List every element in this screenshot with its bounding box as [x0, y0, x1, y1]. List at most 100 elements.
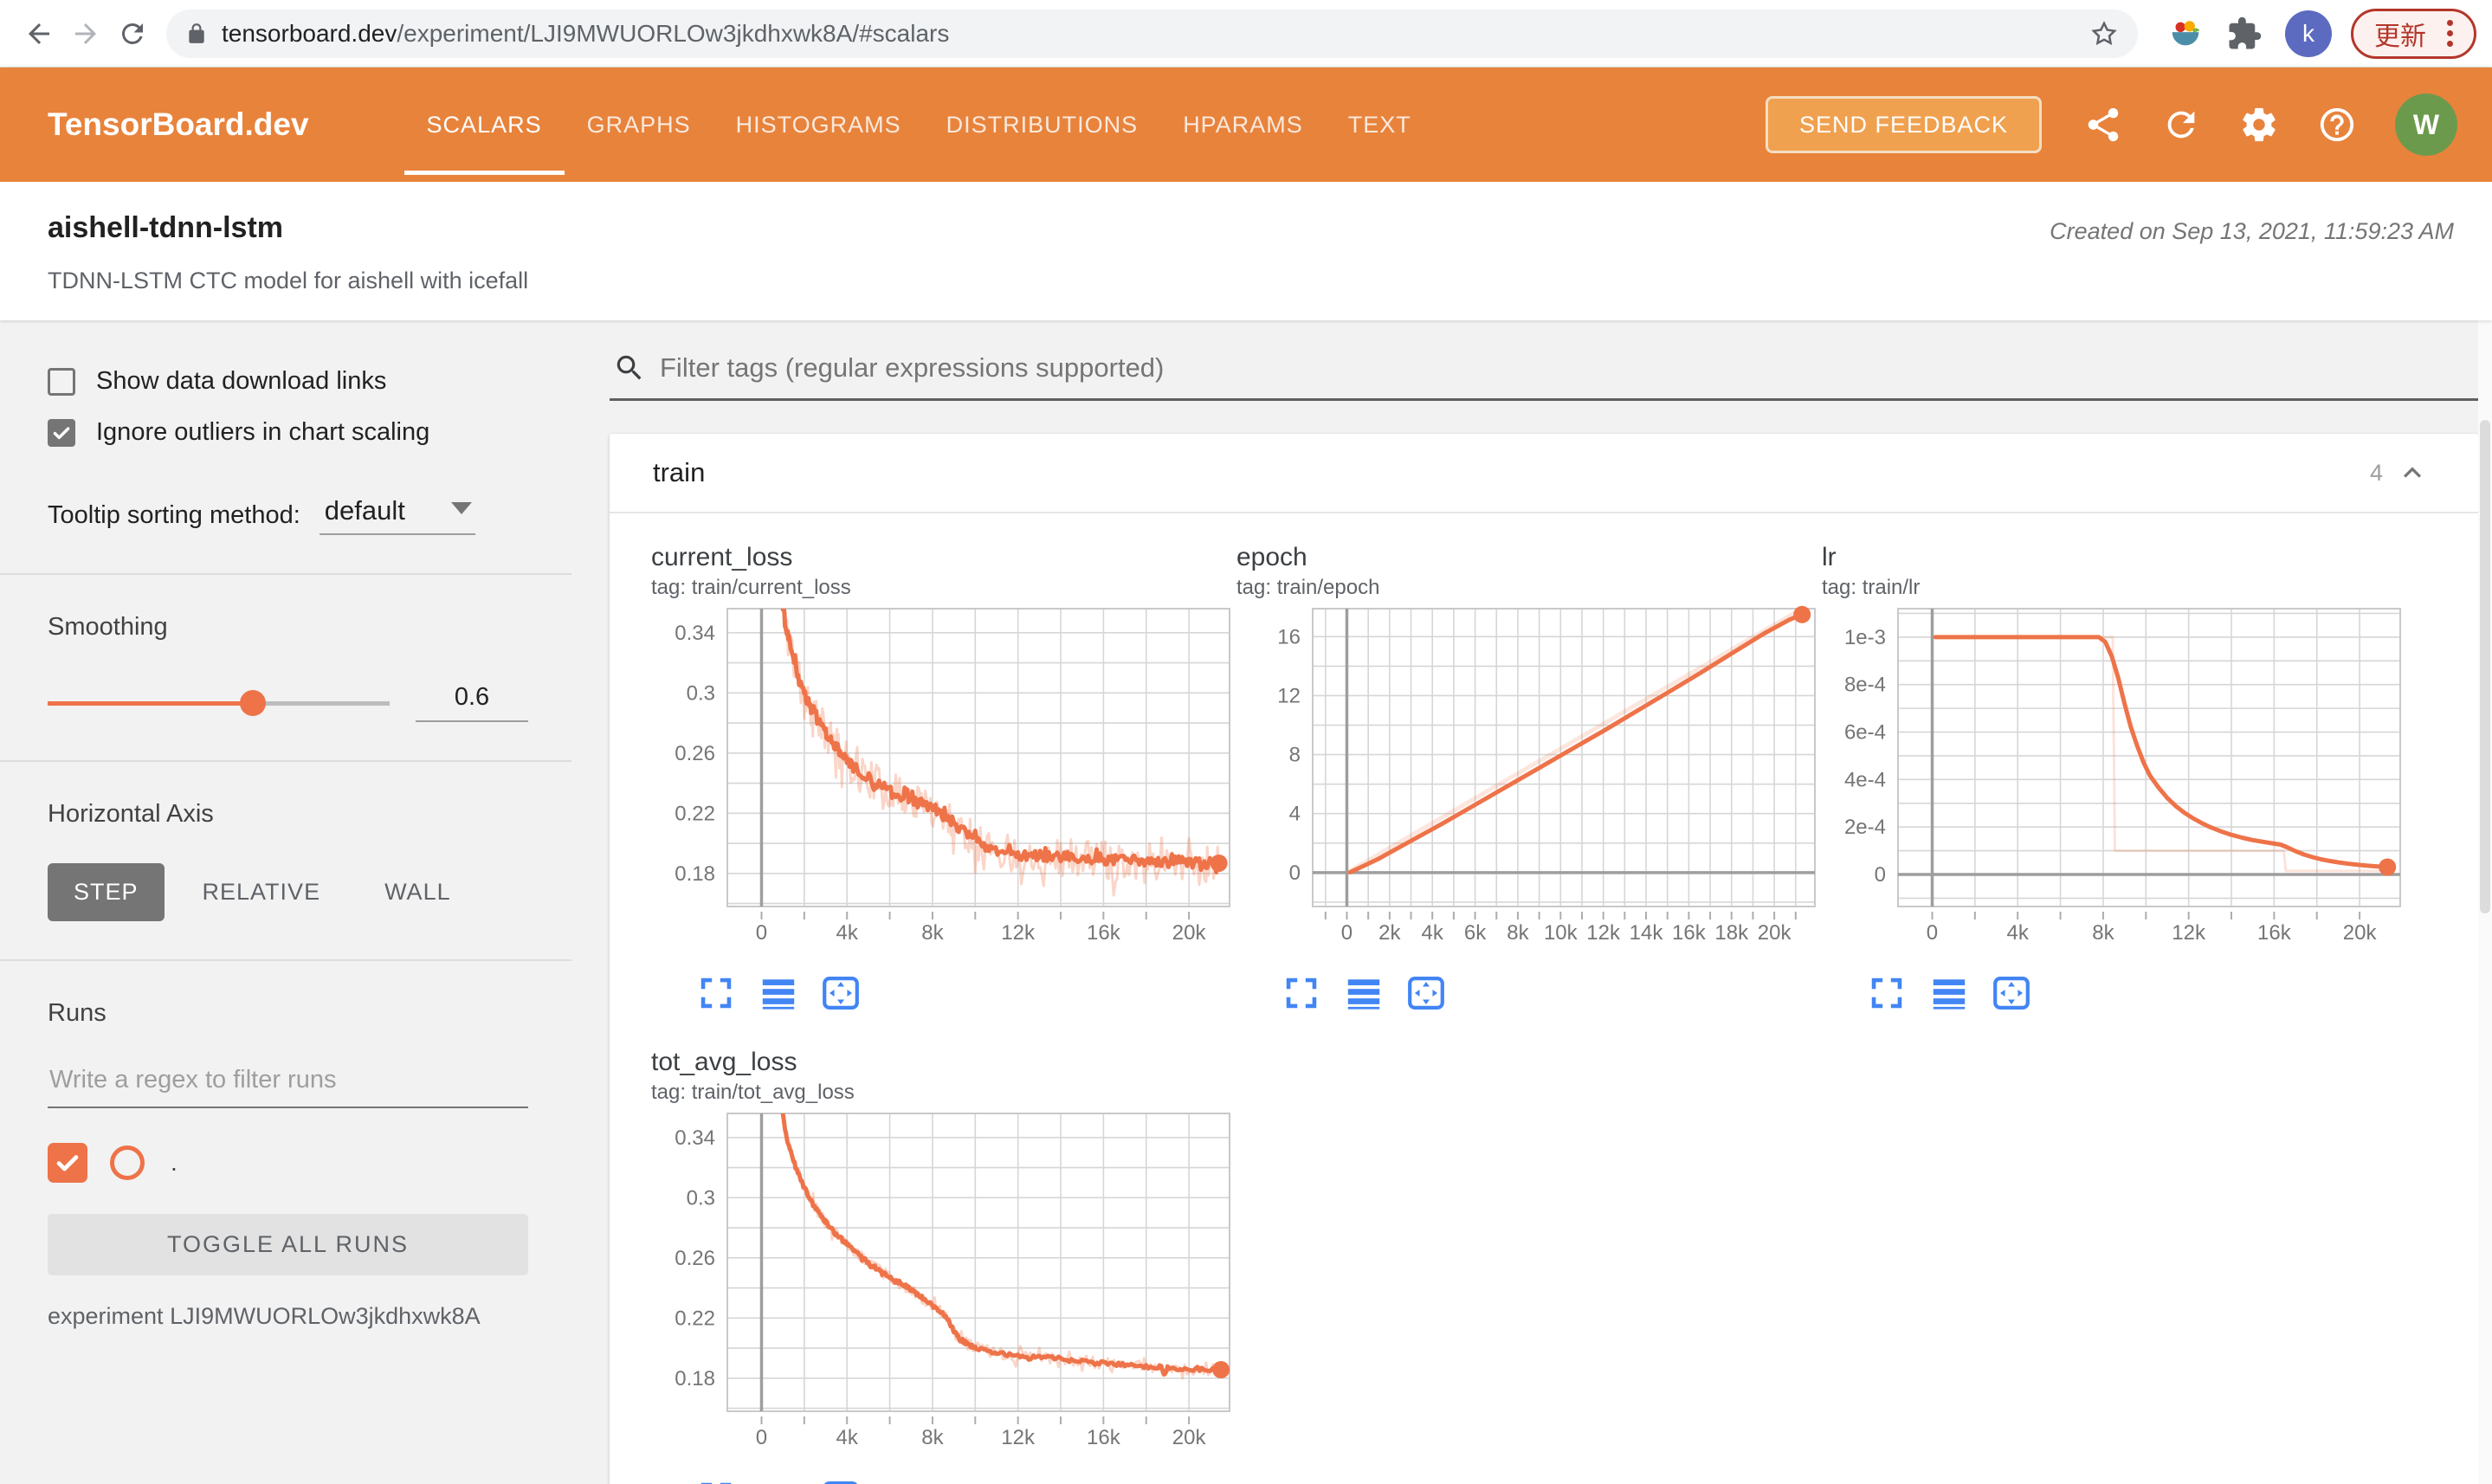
expand-chart-button[interactable] [1867, 973, 1907, 1013]
extension-fruit-bowl-icon[interactable] [2166, 14, 2205, 54]
svg-text:0.18: 0.18 [675, 862, 715, 886]
nav-tabs: SCALARS GRAPHS HISTOGRAMS DISTRIBUTIONS HPAR… [403, 68, 1766, 182]
fit-domain-icon [823, 1481, 858, 1484]
check-icon [56, 1155, 79, 1171]
address-bar[interactable]: tensorboard.dev/experiment/LJI9MWUORLOw3… [166, 9, 2138, 58]
smoothing-value[interactable]: 0.6 [416, 683, 528, 722]
svg-text:4: 4 [1289, 803, 1301, 826]
bookmark-star-icon[interactable] [2089, 19, 2119, 48]
browser-back-button[interactable] [16, 10, 62, 57]
reload-icon [121, 23, 143, 44]
chart-title: lr [1822, 543, 1837, 571]
expand-chart-button[interactable] [1282, 973, 1321, 1013]
tab-histograms[interactable]: HISTOGRAMS [713, 68, 924, 182]
ignore-outliers-row[interactable]: Ignore outliers in chart scaling [48, 418, 528, 447]
svg-text:10k: 10k [1544, 921, 1578, 945]
extensions-puzzle-icon[interactable] [2226, 16, 2263, 52]
arrow-right-icon [75, 23, 96, 44]
svg-text:12k: 12k [1001, 1426, 1036, 1449]
check-icon [53, 426, 70, 439]
account-avatar[interactable]: W [2395, 94, 2457, 156]
show-download-checkbox[interactable] [48, 367, 75, 396]
tooltip-sorting-dropdown[interactable]: default [319, 495, 475, 535]
tab-hparams[interactable]: HPARAMS [1160, 68, 1326, 182]
svg-text:6e-4: 6e-4 [1844, 721, 1886, 745]
experiment-header: aishell-tdnn-lstm TDNN-LSTM CTC model fo… [0, 182, 2492, 320]
fit-domain-button[interactable] [821, 1478, 861, 1484]
browser-profile-avatar[interactable]: k [2285, 10, 2332, 57]
expand-chart-icon [700, 978, 732, 1009]
send-feedback-button[interactable]: SEND FEEDBACK [1765, 96, 2042, 153]
chevron-up-icon[interactable] [2395, 455, 2430, 490]
scrollbar-thumb[interactable] [2480, 420, 2490, 913]
run-checkbox[interactable] [48, 1143, 87, 1183]
svg-text:14k: 14k [1630, 921, 1664, 945]
smoothing-slider[interactable] [48, 687, 390, 719]
smoothing-label: Smoothing [48, 613, 168, 641]
svg-text:0.3: 0.3 [687, 681, 715, 705]
toggle-y-axis-button[interactable] [1929, 973, 1969, 1013]
fit-domain-button[interactable] [1406, 973, 1446, 1013]
gear-icon [2243, 107, 2276, 142]
tab-scalars[interactable]: SCALARS [403, 68, 565, 182]
svg-text:6k: 6k [1464, 921, 1487, 945]
search-icon [617, 355, 642, 380]
page-scrollbar[interactable] [2478, 320, 2492, 1484]
tab-distributions[interactable]: DISTRIBUTIONS [924, 68, 1161, 182]
tab-graphs[interactable]: GRAPHS [565, 68, 713, 182]
axis-button-step[interactable]: STEP [48, 863, 165, 921]
refresh-icon [2167, 111, 2195, 139]
svg-text:4e-4: 4e-4 [1844, 768, 1886, 791]
filter-tags-input[interactable] [660, 352, 2475, 384]
toggle-y-axis-button[interactable] [759, 973, 798, 1013]
show-download-label: Show data download links [96, 367, 387, 395]
chart-tag: tag: train/lr [1822, 576, 1921, 599]
brand-title: TensorBoard.dev [48, 106, 309, 142]
toggle-y-axis-icon [1933, 979, 1966, 1010]
settings-button[interactable] [2239, 105, 2279, 145]
chart-plot-current_loss[interactable]: 0 4k 8k 12k 16k 20k 0.34 0.3 0.26 0.22 0.18 [651, 603, 1236, 962]
chart-plot-tot_avg_loss[interactable]: 0 4k 8k 12k 16k 20k 0.34 0.3 0.26 0.22 0.18 [651, 1108, 1236, 1467]
svg-text:0: 0 [1289, 861, 1301, 885]
tab-text[interactable]: TEXT [1326, 68, 1434, 182]
expand-chart-button[interactable] [696, 973, 736, 1013]
fit-domain-icon [1408, 977, 1444, 1010]
scalar-chart-lr: lr tag: train/lr 0 4k 8k 12k 16k 20k 1e-3 8e-4 6e-… [1822, 543, 2407, 1013]
refresh-data-button[interactable] [2161, 105, 2201, 145]
axis-button-wall[interactable]: WALL [358, 863, 477, 921]
help-button[interactable] [2317, 105, 2357, 145]
browser-menu-kebab-icon[interactable] [2444, 16, 2456, 50]
run-color-swatch[interactable] [110, 1145, 145, 1180]
share-button[interactable] [2083, 105, 2123, 145]
horizontal-axis-label: Horizontal Axis [48, 800, 214, 828]
lock-icon [189, 23, 204, 43]
chart-plot-epoch[interactable]: 0 2k 4k 6k 8k 10k 12k 14k 16k 18k 20k 16 12 8 4 0 [1236, 603, 1822, 962]
chrome-update-button[interactable]: 更新 [2351, 8, 2476, 59]
svg-text:0.18: 0.18 [675, 1367, 715, 1390]
axis-button-relative[interactable]: RELATIVE [177, 863, 347, 921]
svg-text:1e-3: 1e-3 [1844, 626, 1886, 649]
show-download-links-row[interactable]: Show data download links [48, 367, 528, 396]
toggle-all-runs-button[interactable]: TOGGLE ALL RUNS [48, 1214, 528, 1275]
toggle-y-axis-button[interactable] [1344, 973, 1384, 1013]
app-navbar: TensorBoard.dev SCALARS GRAPHS HISTOGRAMS D… [0, 68, 2492, 182]
divider [0, 959, 571, 961]
chart-plot-lr[interactable]: 0 4k 8k 12k 16k 20k 1e-3 8e-4 6e-4 4e-4 2e-4 0 [1822, 603, 2407, 962]
ignore-outliers-checkbox[interactable] [48, 418, 75, 447]
svg-text:0: 0 [756, 921, 767, 945]
fit-domain-button[interactable] [1992, 973, 2031, 1013]
divider [0, 573, 571, 575]
fit-domain-button[interactable] [821, 973, 861, 1013]
train-section-header[interactable]: train 4 [610, 434, 2478, 513]
svg-text:2e-4: 2e-4 [1844, 816, 1886, 839]
url-text: tensorboard.dev/experiment/LJI9MWUORLOw3… [222, 19, 950, 47]
expand-chart-button[interactable] [696, 1478, 736, 1484]
chart-tag: tag: train/tot_avg_loss [651, 1081, 855, 1104]
svg-text:0.26: 0.26 [675, 1247, 715, 1270]
slider-thumb[interactable] [240, 689, 266, 716]
browser-reload-button[interactable] [109, 10, 156, 57]
experiment-created: Created on Sep 13, 2021, 11:59:23 AM [2050, 218, 2454, 244]
toggle-y-axis-button[interactable] [759, 1478, 798, 1484]
browser-forward-button[interactable] [62, 10, 109, 57]
runs-filter-input[interactable] [48, 1057, 528, 1108]
